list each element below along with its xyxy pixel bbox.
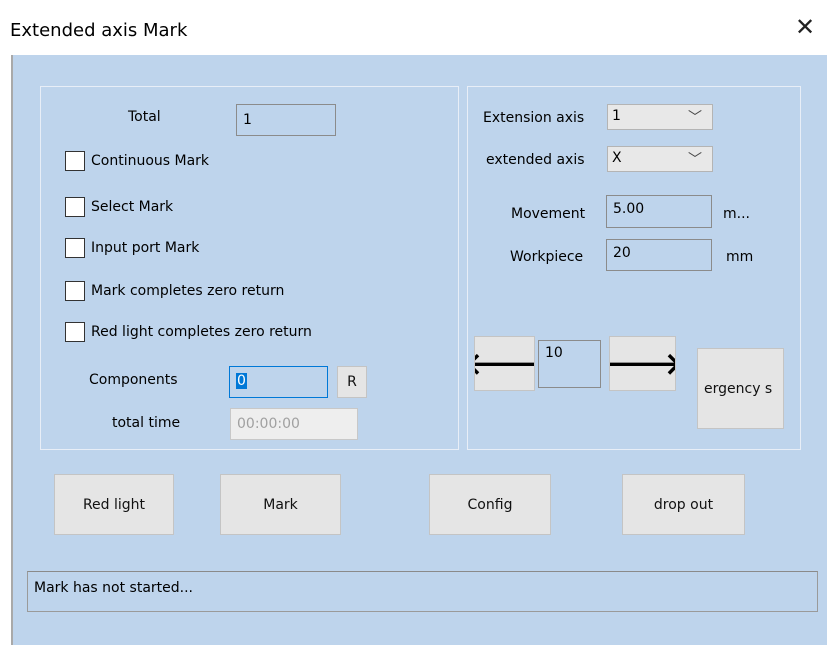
window-edge (0, 55, 13, 645)
chevron-down-icon: ﹀ (688, 152, 702, 168)
extension-axis-select[interactable]: 1 ﹀ (607, 104, 713, 130)
window-title: Extended axis Mark (10, 20, 188, 41)
movement-field[interactable]: 5.00 (606, 195, 712, 228)
close-icon[interactable]: ✕ (795, 13, 815, 41)
status-bar: Mark has not started... (27, 571, 818, 612)
input-port-mark-checkbox[interactable]: Input port Mark (65, 238, 199, 258)
arrow-left-icon: 🡐 (475, 346, 534, 382)
move-left-button[interactable]: 🡐 (474, 336, 535, 391)
workpiece-field[interactable]: 20 (606, 239, 712, 271)
workpiece-label: Workpiece (510, 249, 584, 265)
checkbox-label: Mark completes zero return (91, 283, 285, 299)
status-text: Mark has not started... (34, 580, 194, 596)
mark-button[interactable]: Mark (220, 474, 341, 535)
components-value: 0 (236, 373, 247, 389)
workpiece-unit: mm (726, 249, 754, 265)
components-label: Components (89, 372, 178, 388)
chevron-down-icon: ﹀ (688, 110, 702, 126)
title-bar: Extended axis Mark ✕ (0, 0, 827, 55)
checkbox-box[interactable] (65, 281, 85, 301)
drop-out-button[interactable]: drop out (622, 474, 745, 535)
total-label: Total (128, 109, 161, 125)
checkbox-box[interactable] (65, 151, 85, 171)
reset-button[interactable]: R (337, 366, 367, 398)
movement-label: Movement (511, 206, 586, 222)
arrow-right-icon: 🡒 (610, 346, 675, 382)
checkbox-box[interactable] (65, 322, 85, 342)
zero-return-checkbox[interactable]: Mark completes zero return (65, 281, 284, 301)
red-light-zero-return-checkbox[interactable]: Red light completes zero return (65, 322, 312, 342)
checkbox-box[interactable] (65, 197, 85, 217)
movement-unit: m... (723, 206, 750, 222)
checkbox-label: Input port Mark (91, 240, 200, 256)
checkbox-box[interactable] (65, 238, 85, 258)
move-right-button[interactable]: 🡒 (609, 336, 676, 391)
extension-axis-label: Extension axis (483, 110, 585, 126)
total-time-field: 00:00:00 (230, 408, 358, 440)
selected-value: X (612, 150, 622, 166)
selected-value: 1 (612, 108, 621, 124)
total-time-label: total time (112, 415, 181, 431)
checkbox-label: Select Mark (91, 199, 174, 215)
select-mark-checkbox[interactable]: Select Mark (65, 197, 173, 217)
extended-axis-label: extended axis (486, 152, 585, 168)
components-field[interactable]: 0 (229, 366, 328, 398)
checkbox-label: Red light completes zero return (91, 324, 312, 340)
emergency-stop-button[interactable]: ergency s (697, 348, 784, 429)
step-field[interactable]: 10 (538, 340, 601, 388)
total-field[interactable]: 1 (236, 104, 336, 136)
extended-axis-select[interactable]: X ﹀ (607, 146, 713, 172)
red-light-button[interactable]: Red light (54, 474, 174, 535)
config-button[interactable]: Config (429, 474, 551, 535)
checkbox-label: Continuous Mark (91, 153, 210, 169)
continuous-mark-checkbox[interactable]: Continuous Mark (65, 151, 209, 171)
